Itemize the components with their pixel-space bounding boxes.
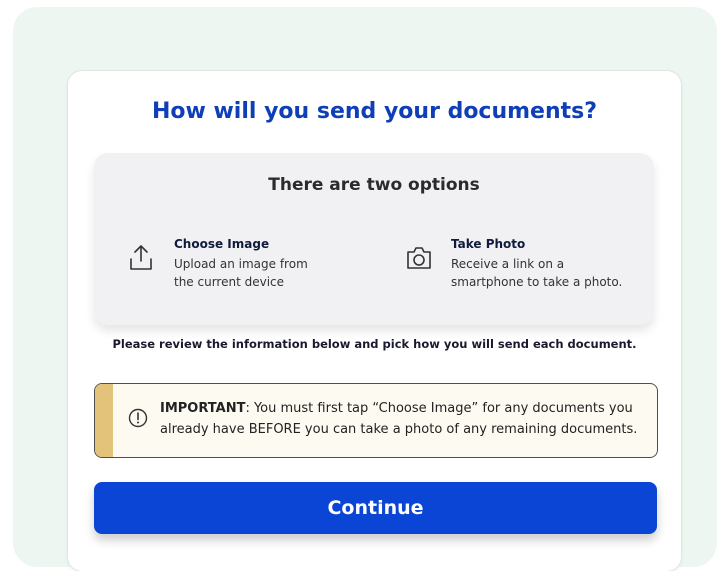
notice-accent-bar — [95, 384, 113, 457]
important-text: IMPORTANT: You must first tap “Choose Im… — [160, 398, 648, 440]
page-background: How will you send your documents? There … — [13, 7, 717, 571]
page-title: How will you send your documents? — [151, 99, 598, 124]
option-title: Choose Image — [174, 237, 270, 251]
document-method-card: How will you send your documents? There … — [68, 71, 681, 571]
important-label: IMPORTANT — [160, 401, 246, 416]
alert-circle-icon — [128, 408, 148, 432]
option-title: Take Photo — [451, 237, 526, 251]
option-description-line: Upload an image from — [174, 257, 308, 271]
option-choose-image[interactable]: Choose Image Upload an image from the cu… — [174, 237, 308, 291]
important-notice: IMPORTANT: You must first tap “Choose Im… — [94, 383, 658, 458]
review-instructions: Please review the information below and … — [112, 337, 637, 351]
option-description: Receive a link on a smartphone to take a… — [451, 255, 622, 291]
options-title: There are two options — [268, 175, 480, 195]
option-description-line: the current device — [174, 275, 285, 289]
option-description: Upload an image from the current device — [174, 255, 308, 291]
continue-button[interactable]: Continue — [94, 482, 657, 534]
upload-icon — [128, 243, 154, 277]
camera-icon — [405, 245, 433, 275]
option-description-line: smartphone to take a photo. — [451, 275, 623, 289]
options-box: There are two options Choose Image Uploa… — [94, 153, 654, 325]
option-description-line: Receive a link on a — [451, 257, 565, 271]
option-take-photo[interactable]: Take Photo Receive a link on a smartphon… — [451, 237, 622, 291]
